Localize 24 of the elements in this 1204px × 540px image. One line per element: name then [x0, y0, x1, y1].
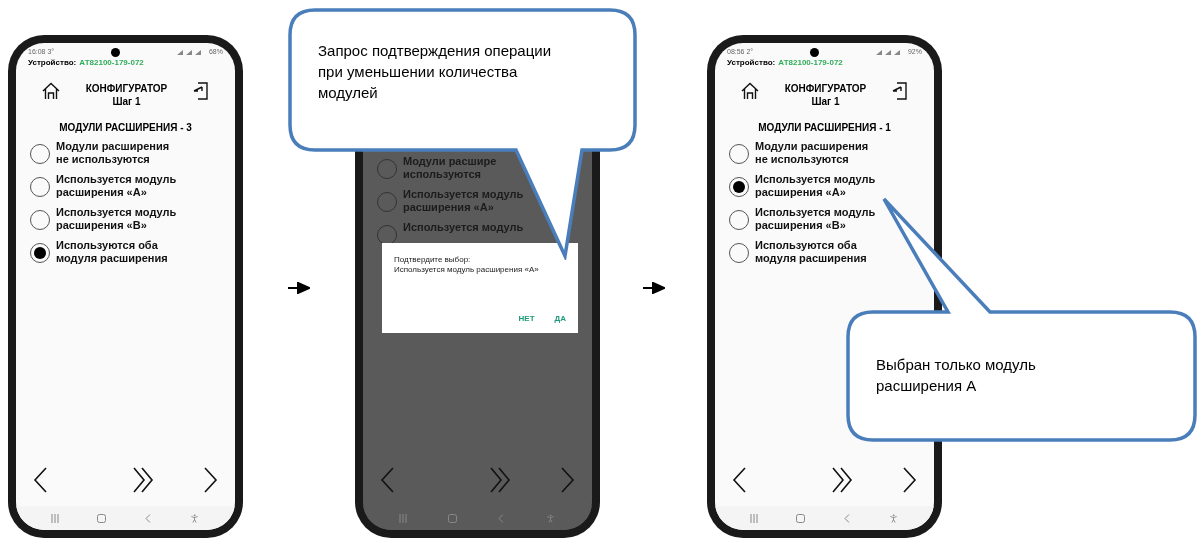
dialog-message: Используется модуль расширения «А» [394, 265, 540, 275]
device-label: Устройство: [28, 58, 77, 68]
screen-title: КОНФИГУРАТОР [85, 82, 168, 95]
callout-text: Запрос подтверждения операции при уменьшении количества модулей [318, 41, 553, 103]
step-label: Шаг 1 [112, 95, 141, 108]
device-id: АТ82100-179-072 [79, 58, 144, 68]
dialog-button[interactable]: НЕТ [518, 313, 535, 325]
radio-option[interactable]: Используется модуль расширения «А» [729, 173, 876, 199]
dialog-button[interactable]: ДА [554, 313, 566, 325]
section-title: МОДУЛИ РАСШИРЕНИЯ - 3 [59, 121, 192, 135]
dialog-title: Подтвердите выбор: [394, 255, 472, 265]
radio-option[interactable]: Модули расширения не используются [729, 140, 876, 166]
device-label: Устройство: [727, 58, 776, 68]
section-title: МОДУЛИ РАСШИРЕНИЯ - 1 [758, 121, 891, 135]
radio-option[interactable]: Используется модуль расширения «В» [30, 206, 177, 232]
radio-option[interactable]: Модули расширения не используются [30, 140, 177, 166]
radio-option[interactable]: Используется модуль расширения «В» [729, 206, 876, 232]
screen-title: КОНФИГУРАТОР [784, 82, 867, 95]
radio-option[interactable]: Используется модуль расширения «А» [30, 173, 177, 199]
radio-option[interactable]: Используются оба модуля расширения [729, 239, 876, 265]
radio-option[interactable]: Используются оба модуля расширения [30, 239, 177, 265]
callout-text: Выбран только модуль расширения А [876, 355, 1037, 396]
device-id: АТ82100-179-072 [778, 58, 843, 68]
step-label: Шаг 1 [811, 95, 840, 108]
